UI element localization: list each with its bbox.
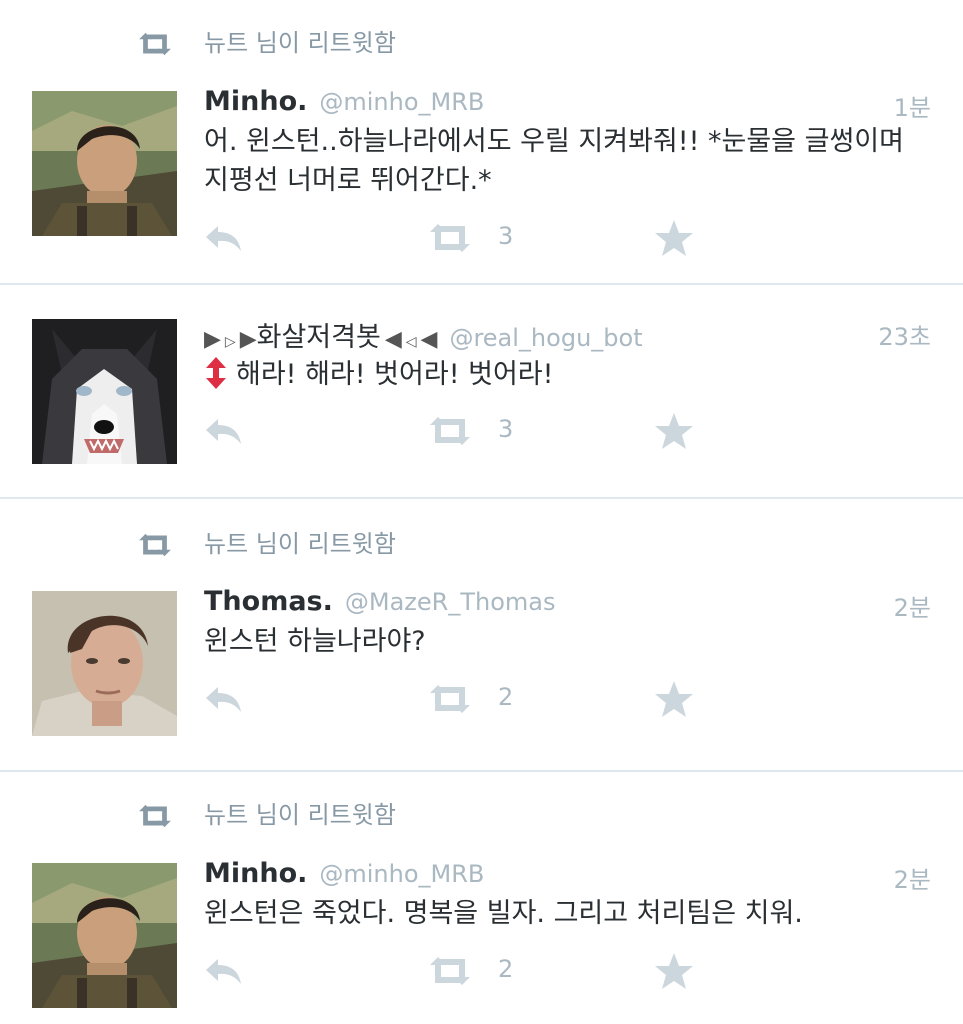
retweet-notice: 뉴트 님이 리트윗함	[0, 28, 963, 68]
reverse-icon: ◀	[384, 327, 402, 352]
retweet-count: 3	[498, 222, 514, 250]
timestamp[interactable]: 2분	[894, 860, 931, 895]
tweet-header: Minho. @minho_MRB 1분	[204, 86, 931, 123]
retweet-count: 2	[498, 683, 514, 711]
avatar[interactable]	[32, 319, 177, 464]
author-handle[interactable]: @MazeR_Thomas	[345, 588, 556, 616]
avatar[interactable]	[32, 591, 177, 736]
play-icon: ▶	[239, 327, 257, 352]
retweet-icon	[136, 30, 174, 58]
retweet-notice-text: 뉴트 님이 리트윗함	[204, 530, 396, 558]
play-icon: ▶	[204, 327, 221, 352]
reply-icon[interactable]	[204, 681, 244, 717]
tweet-header: Thomas. @MazeR_Thomas 2분	[204, 586, 931, 623]
tweet-text: 어. 윈스턴..하늘나라에서도 우릴 지켜봐줘!! *눈물을 글썽이며 지평선 …	[204, 122, 935, 200]
retweet-notice: 뉴트 님이 리트윗함	[0, 800, 963, 840]
retweet-count: 2	[498, 955, 514, 983]
retweet-icon[interactable]	[426, 953, 474, 989]
star-icon[interactable]	[654, 679, 694, 719]
divider	[0, 770, 963, 772]
star-icon[interactable]	[654, 218, 694, 258]
timestamp[interactable]: 2분	[894, 588, 931, 623]
reply-icon[interactable]	[204, 953, 244, 989]
reverse-icon: ◀	[420, 327, 438, 352]
tweet-text: 윈스턴은 죽었다. 명복을 빌자. 그리고 처리팀은 치워.	[204, 894, 935, 933]
play-small-icon: ▷	[224, 334, 236, 350]
divider	[0, 283, 963, 285]
avatar[interactable]	[32, 863, 177, 1008]
tweet-header: Minho. @minho_MRB 2분	[204, 858, 931, 895]
retweet-notice-text: 뉴트 님이 리트윗함	[204, 29, 396, 57]
star-icon[interactable]	[654, 411, 694, 451]
tweet-text: 윈스턴 하늘나라야?	[204, 622, 935, 661]
divider	[0, 497, 963, 499]
author-name[interactable]: Minho.	[204, 858, 307, 889]
retweet-icon[interactable]	[426, 681, 474, 717]
retweet-notice: 뉴트 님이 리트윗함	[0, 529, 963, 569]
reply-icon[interactable]	[204, 413, 244, 449]
author-name[interactable]: 화살저격봇	[257, 322, 381, 353]
tweet-text-line: 윈스턴은 죽었다. 명복을 빌자. 그리고 처리팀은 치워.	[204, 898, 803, 929]
author-name[interactable]: Minho.	[204, 86, 307, 117]
tweet-actions: 3	[204, 413, 804, 453]
timestamp[interactable]: 1분	[894, 88, 931, 123]
author-handle[interactable]: @real_hogu_bot	[449, 324, 642, 352]
retweet-icon	[136, 802, 174, 830]
retweet-icon[interactable]	[426, 413, 474, 449]
tweet-header: ▶ ▷ ▶화살저격봇 ◀ ◁ ◀ @real_hogu_bot 23초	[204, 315, 931, 353]
retweet-notice-text: 뉴트 님이 리트윗함	[204, 801, 396, 829]
tweet-text-line: 어. 윈스턴..하늘나라에서도 우릴 지켜봐줘!! *눈물을 글썽이며	[204, 126, 904, 157]
tweet-text-line: 해라! 해라! 벗어라! 벗어라!	[236, 359, 554, 390]
star-icon[interactable]	[654, 951, 694, 991]
author-handle[interactable]: @minho_MRB	[319, 860, 484, 888]
reverse-small-icon: ◁	[405, 334, 417, 350]
timestamp[interactable]: 23초	[878, 317, 931, 352]
tweet-actions: 3	[204, 220, 804, 260]
retweet-icon[interactable]	[426, 220, 474, 256]
up-down-arrow-icon	[206, 357, 226, 389]
tweet-actions: 2	[204, 681, 804, 721]
author-handle[interactable]: @minho_MRB	[319, 88, 484, 116]
reply-icon[interactable]	[204, 220, 244, 256]
tweet-text: 해라! 해라! 벗어라! 벗어라!	[204, 355, 935, 394]
avatar[interactable]	[32, 91, 177, 236]
tweet-text-line: 지평선 너머로 뛰어간다.*	[204, 165, 492, 196]
author-name[interactable]: Thomas.	[204, 586, 333, 617]
retweet-icon	[136, 531, 174, 559]
retweet-count: 3	[498, 415, 514, 443]
tweet-text-line: 윈스턴 하늘나라야?	[204, 626, 426, 657]
tweet-actions: 2	[204, 953, 804, 993]
